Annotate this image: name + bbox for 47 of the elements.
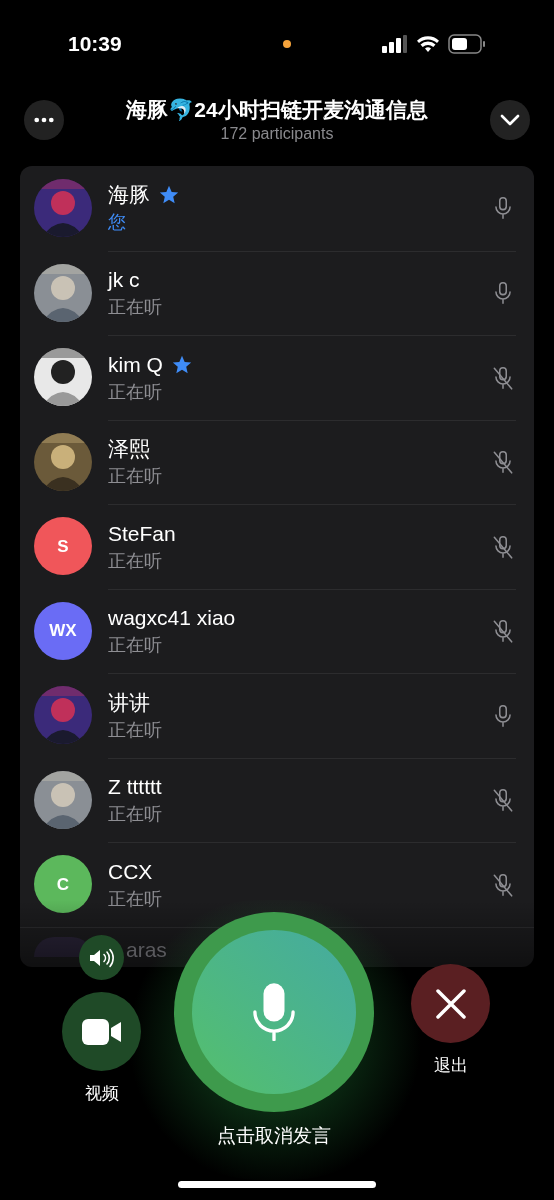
participant-status: 正在听 [108,718,163,742]
participant-status: 正在听 [108,803,163,827]
participant-status: 正在听 [108,887,163,911]
participant-name: 泽熙 [108,436,150,463]
participant-row[interactable]: Z tttttt 正在听 [20,757,534,842]
participant-name: kim Q [108,351,163,378]
status-time: 10:39 [68,31,122,58]
more-button[interactable] [24,100,64,140]
participant-row[interactable]: kim Q 正在听 [20,335,534,420]
avatar-initials: C [56,873,70,896]
participant-name: 海豚 [108,182,150,209]
microphone-icon [253,983,295,1041]
participant-status: 正在听 [108,549,163,573]
participant-count: 172 participants [220,124,334,144]
avatar-initials: S [57,535,69,558]
participant-status: 正在听 [108,465,163,489]
participant-status: 正在听 [108,296,163,320]
battery-icon [448,34,486,54]
leave-label: 退出 [433,1055,468,1077]
participant-name: CCX [108,858,153,885]
participant-name: aras [126,938,167,962]
participant-name: Z tttttt [108,774,162,801]
participant-status: 正在听 [108,380,163,404]
participant-name: 讲讲 [108,689,150,716]
video-label: 视频 [84,1083,119,1105]
chat-title: 海豚🐬24小时扫链开麦沟通信息 [126,97,428,123]
participant-row[interactable]: 讲讲 正在听 [20,673,534,758]
participant-row[interactable]: WX wagxc41 xiao 正在听 [20,588,534,673]
collapse-button[interactable] [490,100,530,140]
avatar-initials: WX [49,620,77,642]
participant-name: wagxc41 xiao [108,605,236,632]
video-camera-icon [81,1018,122,1045]
participant-row[interactable]: 泽熙 正在听 [20,419,534,504]
chevron-down-icon [500,114,520,126]
more-icon [34,117,54,123]
wifi-icon [416,35,440,53]
speaker-icon [88,947,115,968]
unmute-label: 点击取消发言 [217,1124,331,1148]
signal-icon [382,35,408,53]
participant-row[interactable]: jk c 正在听 [20,250,534,335]
participant-status: 您 [108,211,127,235]
participant-status: 正在听 [108,634,163,658]
participant-row[interactable]: 海豚 您 [20,166,534,251]
close-icon [434,987,467,1020]
participant-row[interactable]: S SteFan 正在听 [20,504,534,589]
participant-name: jk c [108,267,140,294]
participant-name: SteFan [108,520,176,547]
